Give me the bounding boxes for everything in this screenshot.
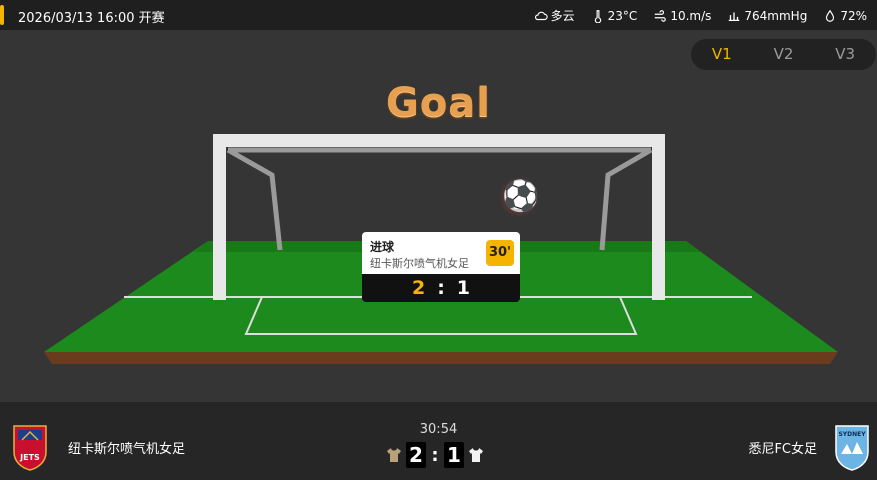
event-minute-badge: 30': [486, 240, 514, 266]
event-home-score: 2: [411, 277, 426, 299]
event-score: 2 : 1: [362, 274, 520, 302]
home-kit-icon: [387, 448, 401, 462]
event-score-separator: :: [437, 277, 445, 299]
goal-right-post: [652, 134, 665, 300]
away-team-crest: SYDNEY: [835, 425, 869, 471]
goal-back-right: [599, 147, 653, 251]
home-team-name[interactable]: 纽卡斯尔喷气机女足: [68, 438, 185, 457]
ball: ⚽: [499, 177, 539, 217]
event-team: 纽卡斯尔喷气机女足: [370, 257, 469, 270]
match-score: 2 : 1: [386, 442, 484, 468]
home-score: 2: [406, 442, 426, 468]
soccer-ball-icon: ⚽: [502, 179, 540, 214]
event-away-score: 1: [456, 277, 471, 299]
away-crest-text: SYDNEY: [838, 431, 866, 438]
home-crest-text: JETS: [19, 453, 40, 462]
away-team-name[interactable]: 悉尼FC女足: [748, 438, 817, 457]
goal-left-post: [213, 134, 226, 300]
goal-back-left: [226, 147, 283, 251]
pitch-soil-edge: [44, 352, 838, 364]
away-kit-icon: [469, 448, 483, 462]
event-type: 进球: [370, 240, 395, 254]
scoreboard-bar: JETS 纽卡斯尔喷气机女足 30:54 2 : 1 悉尼FC女足 SYDNEY: [0, 402, 877, 480]
event-title: Goal: [385, 80, 491, 126]
goal-event-card-header: 进球 纽卡斯尔喷气机女足 30': [362, 232, 520, 274]
score-separator: :: [431, 444, 439, 466]
goal-event-card: 进球 纽卡斯尔喷气机女足 30' 2 : 1: [362, 232, 520, 302]
away-score: 1: [444, 442, 464, 468]
match-clock: 30:54: [419, 422, 458, 437]
goal-crossbar: [213, 134, 665, 147]
